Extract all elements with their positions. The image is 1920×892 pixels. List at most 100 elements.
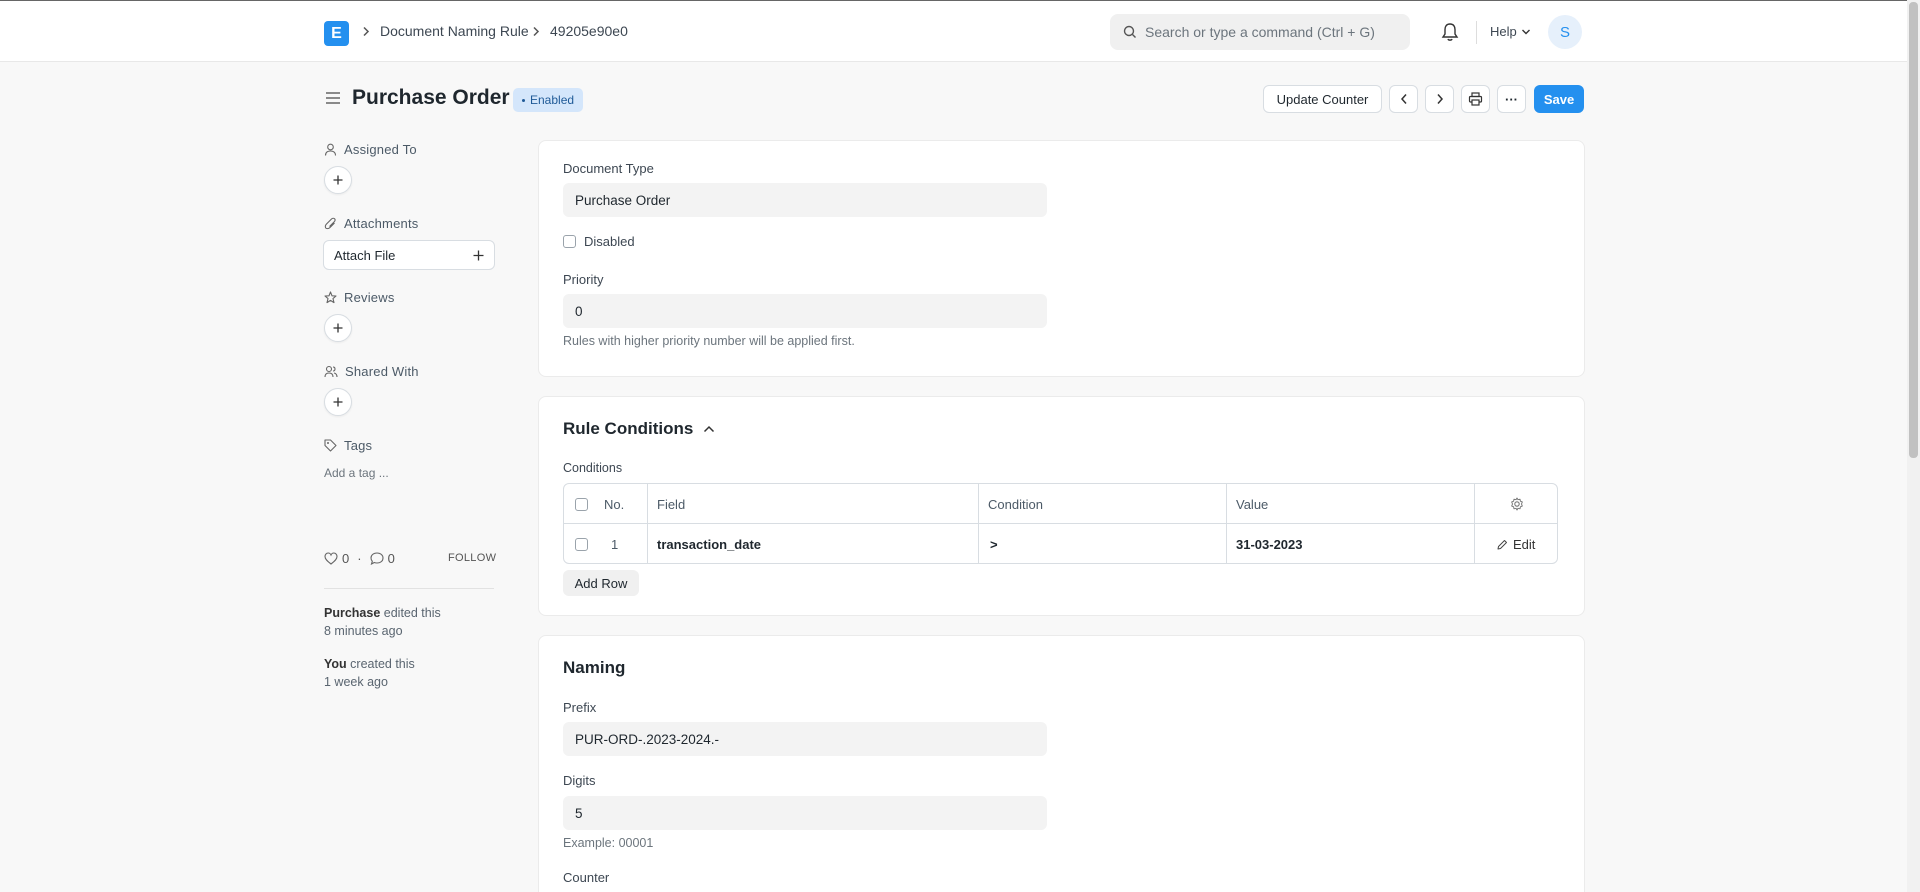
printer-icon [1468,92,1483,106]
add-assignee-button[interactable] [324,166,352,194]
digits-field[interactable]: 5 [563,796,1047,830]
add-review-button[interactable] [324,314,352,342]
assigned-to-heading: Assigned To [324,142,417,157]
column-settings-button[interactable] [1510,484,1524,524]
user-icon [324,143,337,156]
follow-button[interactable]: FOLLOW [448,552,496,564]
chevron-left-icon [1400,94,1407,104]
notification-bell-icon[interactable] [1441,22,1459,42]
star-icon [324,291,337,304]
attach-file-label: Attach File [334,247,396,263]
document-type-label: Document Type [563,161,654,176]
plus-icon [333,323,343,333]
table-header-row: No. Field Condition Value [564,484,1557,524]
column-header-no: No. [604,496,625,512]
conditions-label: Conditions [563,461,623,475]
gear-icon [1511,497,1523,511]
reviews-heading: Reviews [324,290,395,305]
sidebar-toggle-icon[interactable] [325,91,341,105]
row-checkbox[interactable] [575,537,588,551]
activity-item: Purchase edited this 8 minutes ago [324,604,441,640]
help-dropdown[interactable]: Help [1490,24,1531,39]
attach-file-button[interactable]: Attach File [323,240,495,270]
like-comment-stats: 0 · 0 [324,551,395,566]
prefix-label: Prefix [563,700,597,715]
row-field[interactable]: transaction_date [657,524,761,563]
tag-icon [324,439,337,452]
heart-icon [324,552,338,565]
table-row[interactable]: 1 transaction_date > 31-03-2023 Edit [564,524,1557,563]
select-all-checkbox[interactable] [575,497,588,511]
search-input[interactable] [1145,14,1400,50]
like-count: 0 [342,551,350,566]
plus-icon [333,397,343,407]
breadcrumb-document-naming-rule[interactable]: Document Naming Rule [380,23,529,39]
row-checkbox-cell[interactable] [575,524,588,563]
app-logo[interactable]: E [324,21,349,46]
status-dot-icon [522,98,525,102]
disabled-checkbox[interactable] [563,235,576,248]
counter-label: Counter [563,870,610,885]
row-edit-label: Edit [1513,536,1536,552]
priority-help-text: Rules with higher priority number will b… [563,334,855,348]
save-button[interactable]: Save [1534,85,1584,113]
conditions-table: No. Field Condition Value 1 transaction_… [563,483,1558,564]
print-button[interactable] [1461,85,1490,113]
disabled-checkbox-row[interactable]: Disabled [563,234,635,249]
more-actions-button[interactable]: ··· [1497,85,1526,113]
prefix-field[interactable]: PUR-ORD-.2023-2024.- [563,722,1047,756]
add-row-button[interactable]: Add Row [563,570,639,596]
shared-with-heading: Shared With [324,364,419,379]
comment-icon [370,552,384,565]
attachments-heading: Attachments [324,216,418,231]
digits-label: Digits [563,773,596,788]
row-edit-button[interactable]: Edit [1497,524,1536,563]
add-share-button[interactable] [324,388,352,416]
sidebar-divider [324,588,494,589]
navbar-divider [1476,21,1477,44]
plus-icon [333,175,343,185]
update-counter-button[interactable]: Update Counter [1263,85,1382,113]
scrollbar-thumb[interactable] [1909,2,1918,458]
navbar: E Document Naming Rule 49205e90e0 Help S [0,1,1907,62]
priority-label: Priority [563,272,604,287]
column-header-value: Value [1236,496,1269,512]
next-record-button[interactable] [1425,85,1454,113]
user-avatar[interactable]: S [1548,15,1582,49]
status-badge-label: Enabled [530,93,575,107]
chevron-right-icon [532,26,540,37]
row-number: 1 [611,536,619,552]
activity-item: You created this 1 week ago [324,655,415,691]
document-type-field[interactable]: Purchase Order [563,183,1047,217]
page-title: Purchase Order [352,86,510,109]
rule-conditions-header[interactable]: Rule Conditions [563,419,715,439]
users-icon [324,365,338,378]
tags-heading: Tags [324,438,372,453]
naming-card [538,635,1585,892]
pencil-icon [1497,539,1507,549]
stats-separator: · [357,551,362,566]
rule-conditions-title: Rule Conditions [563,419,694,438]
activity-actor[interactable]: Purchase [324,606,380,620]
chevron-down-icon [1521,28,1531,36]
breadcrumb-record-id[interactable]: 49205e90e0 [550,23,628,39]
plus-icon [473,250,484,260]
naming-title: Naming [563,658,626,677]
activity-action: created this [350,657,415,671]
activity-action: edited this [383,606,441,620]
previous-record-button[interactable] [1389,85,1418,113]
select-all-checkbox-cell[interactable] [575,484,588,524]
disabled-label: Disabled [584,234,635,249]
activity-actor[interactable]: You [324,657,347,671]
activity-time: 8 minutes ago [324,624,403,638]
search-bar[interactable] [1110,14,1410,50]
row-value[interactable]: 31-03-2023 [1236,524,1303,563]
chevron-right-icon [1436,94,1443,104]
chevron-right-icon [362,26,370,37]
status-badge: Enabled [513,88,584,112]
paperclip-icon [324,217,336,230]
activity-time: 1 week ago [324,675,388,689]
priority-field[interactable]: 0 [563,294,1047,328]
row-condition[interactable]: > [990,524,998,563]
add-tag-link[interactable]: Add a tag ... [324,466,389,480]
